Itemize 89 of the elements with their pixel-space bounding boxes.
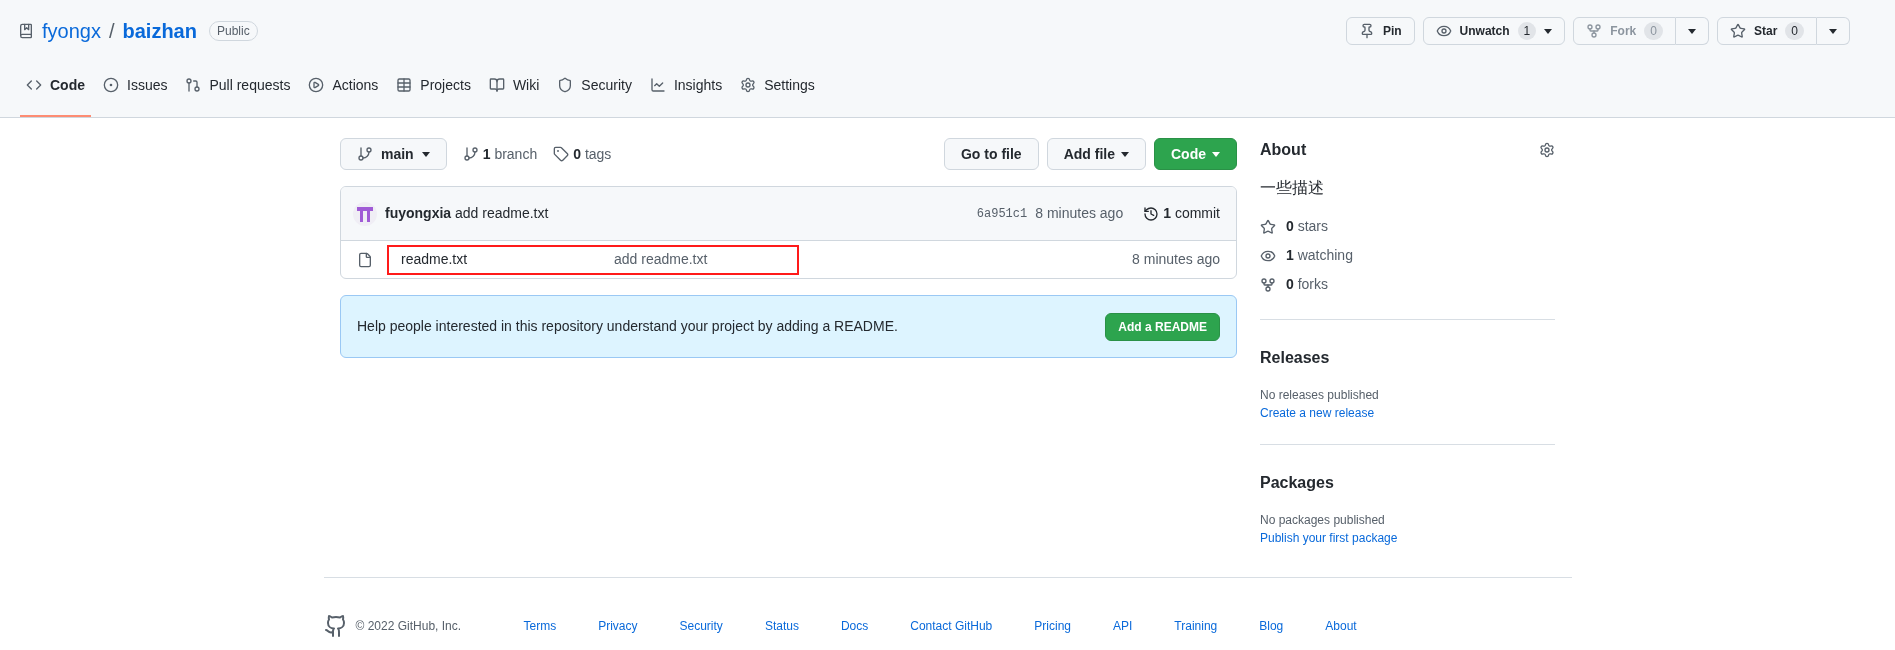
gear-icon[interactable] <box>1539 142 1555 158</box>
line-chart-icon <box>649 77 666 93</box>
footer-link[interactable]: Blog <box>1259 617 1284 635</box>
footer-link[interactable]: Docs <box>840 617 869 635</box>
section-heading: Releases <box>1260 348 1331 368</box>
counter: 1 <box>1517 22 1537 40</box>
caret-icon <box>421 151 430 157</box>
toolbar-button[interactable]: Go to file <box>944 138 1039 170</box>
commits-link[interactable]: 1 commit <box>1143 203 1220 224</box>
copyright-text: © 2022 GitHub, Inc. <box>355 618 463 635</box>
nav-tab[interactable]: Wiki <box>482 73 546 117</box>
history-icon <box>1143 205 1160 222</box>
file-link[interactable]: readme.txt <box>401 249 614 270</box>
star-icon <box>1729 23 1746 39</box>
branch-icon <box>462 146 479 162</box>
footer-link[interactable]: Pricing <box>1034 617 1071 635</box>
nav-tab[interactable]: Security <box>551 73 638 117</box>
action-button[interactable]: Unwatch 1 <box>1422 17 1566 45</box>
fork-icon <box>1260 276 1276 293</box>
commit-summary: fuyongxia add readme.txt <box>385 204 549 223</box>
nav-tab[interactable]: Pull requests <box>179 73 297 117</box>
file-commit-message: add readme.txt <box>614 250 708 269</box>
github-logo-icon <box>323 614 348 638</box>
caret-icon <box>1212 151 1220 157</box>
file-icon <box>357 251 373 268</box>
book-icon <box>488 77 505 93</box>
caret-icon <box>1687 28 1696 34</box>
footer-link[interactable]: Training <box>1174 617 1218 635</box>
footer-link[interactable]: Contact GitHub <box>910 617 993 635</box>
shield-icon <box>557 77 574 93</box>
action-button[interactable]: Star 0 <box>1716 17 1817 45</box>
repo-description: 一些描述 <box>1260 177 1325 199</box>
footer-link[interactable]: API <box>1113 617 1133 635</box>
file-time: 8 minutes ago <box>1132 250 1220 269</box>
footer-link[interactable]: About <box>1325 617 1357 635</box>
stat-link[interactable]: 0 stars <box>1260 218 1555 235</box>
branches-link[interactable]: 1 branch <box>462 143 538 165</box>
circle-dot-icon <box>103 77 119 93</box>
pull-request-icon <box>185 77 202 93</box>
commit-time: 8 minutes ago <box>1035 204 1124 223</box>
table-icon <box>396 77 413 93</box>
footer-link[interactable]: Privacy <box>598 617 638 635</box>
nav-tab[interactable]: Actions <box>302 73 385 117</box>
counter: 0 <box>1644 22 1663 40</box>
about-heading: About <box>1260 140 1307 160</box>
stat-link[interactable]: 1 watching <box>1260 247 1555 264</box>
readme-prompt-text: Help people interested in this repository understand your project by adding a README. <box>357 317 898 336</box>
counter: 0 <box>1785 22 1804 40</box>
repo-icon <box>18 23 34 39</box>
toolbar-button[interactable]: Add file <box>1046 138 1146 170</box>
caret-icon <box>1829 28 1837 34</box>
section-link[interactable]: Create a new release <box>1260 404 1555 422</box>
commit-sha[interactable]: 6a951c1 <box>976 204 1028 223</box>
button-label: Star <box>1753 23 1778 40</box>
repo-name-link[interactable]: baizhan <box>122 16 197 46</box>
nav-tab[interactable]: Settings <box>734 73 821 117</box>
nav-tab[interactable]: Issues <box>97 73 174 117</box>
caret-icon <box>1544 28 1553 34</box>
nav-tab[interactable]: Insights <box>643 73 729 117</box>
footer-link[interactable]: Status <box>764 617 799 635</box>
code-icon <box>26 77 42 93</box>
button-label: Fork <box>1610 23 1637 40</box>
section-empty-text: No releases published <box>1260 387 1380 404</box>
button-label: Unwatch <box>1459 23 1510 40</box>
tag-icon <box>553 146 570 162</box>
gear-icon <box>740 77 757 93</box>
section-link[interactable]: Publish your first package <box>1260 529 1555 547</box>
branch-select[interactable]: main <box>340 138 447 170</box>
fork-icon <box>1586 23 1603 39</box>
caret-icon <box>1121 151 1129 157</box>
action-button[interactable]: Pin <box>1345 17 1415 45</box>
branch-icon <box>357 146 373 162</box>
dropdown-button[interactable] <box>1675 17 1709 45</box>
nav-tab[interactable]: Projects <box>390 73 477 117</box>
stat-link[interactable]: 0 forks <box>1260 276 1555 293</box>
path-separator: / <box>108 19 115 44</box>
section-heading: Packages <box>1260 473 1335 493</box>
owner-link[interactable]: fyongx <box>42 16 101 46</box>
nav-tab[interactable]: Code <box>20 73 91 117</box>
eye-icon <box>1435 23 1452 39</box>
play-icon <box>308 77 325 93</box>
star-icon <box>1260 218 1276 235</box>
footer-link[interactable]: Terms <box>523 617 557 635</box>
button-label: Pin <box>1382 23 1402 40</box>
tags-link[interactable]: 0 tags <box>553 143 612 165</box>
avatar-icon <box>353 201 377 226</box>
footer-link[interactable]: Security <box>679 617 723 635</box>
dropdown-button[interactable] <box>1817 17 1850 45</box>
section-empty-text: No packages published <box>1260 512 1386 529</box>
